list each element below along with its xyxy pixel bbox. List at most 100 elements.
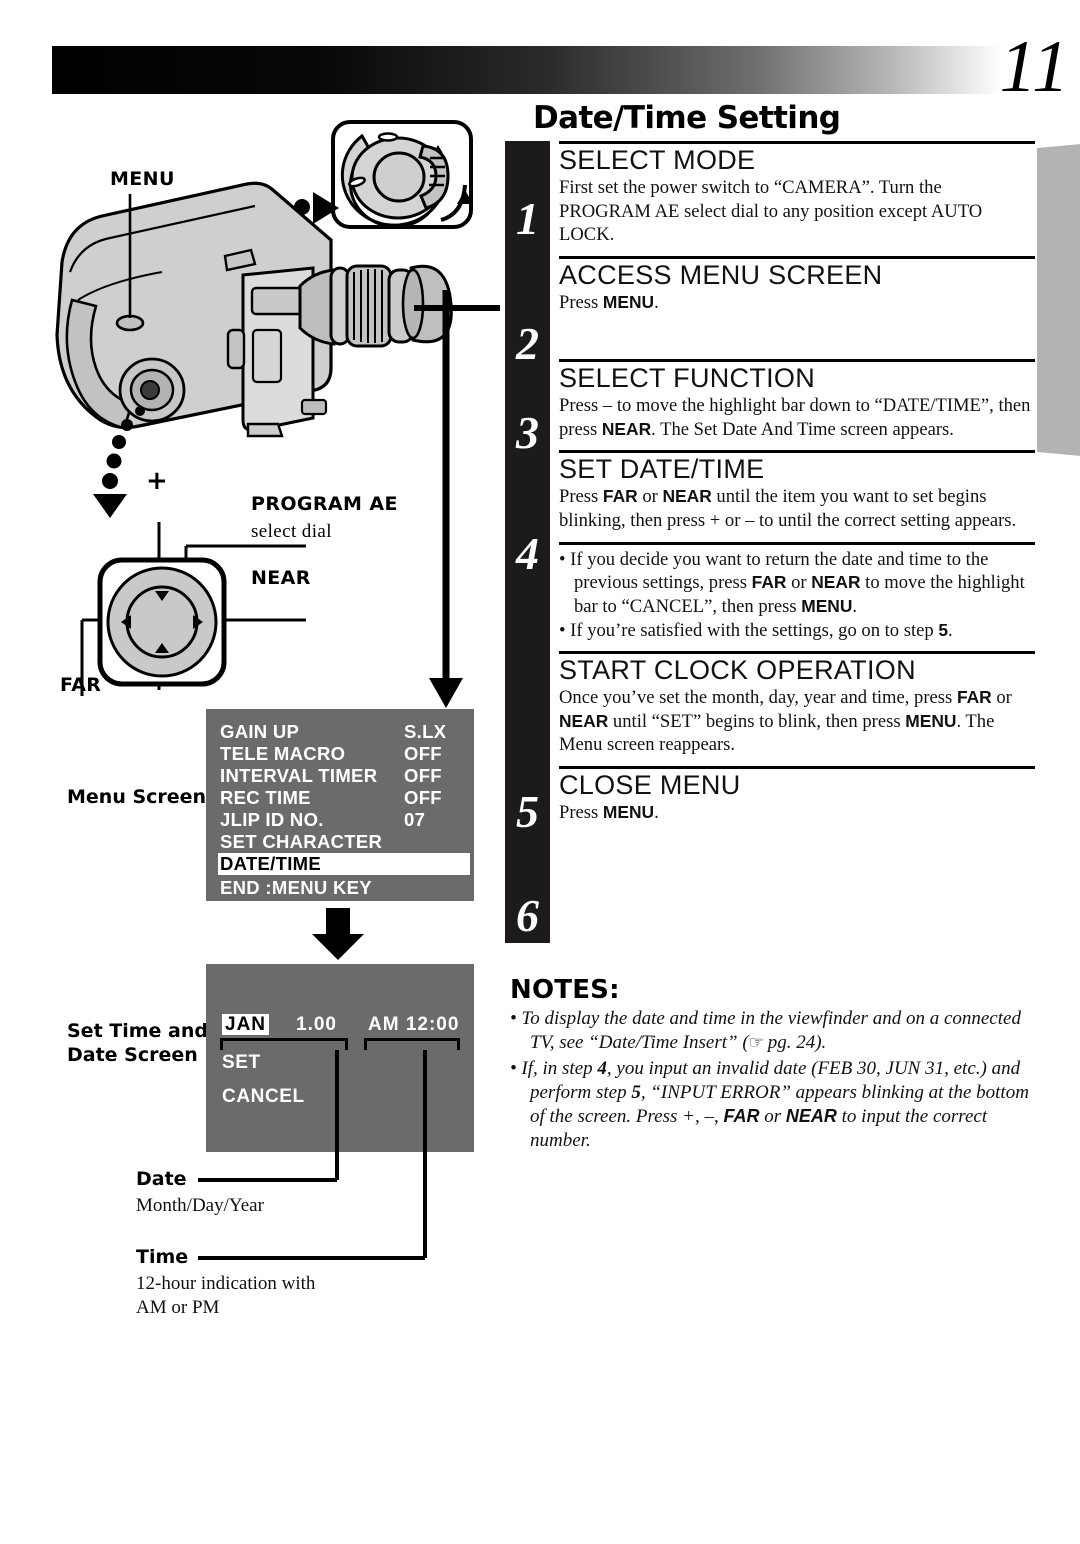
bullet-1-mid: or bbox=[786, 572, 812, 594]
step-3-body-bold: NEAR bbox=[601, 418, 652, 439]
menu-row-interval-timer[interactable]: INTERVAL TIMER OFF bbox=[220, 765, 464, 787]
note-date-time-insert: • To display the date and time in the vi… bbox=[510, 1008, 1021, 1053]
step-2-title: ACCESS MENU SCREEN bbox=[559, 259, 883, 290]
menu-row-value: 07 bbox=[404, 809, 426, 830]
page-title: Date/Time Setting bbox=[533, 100, 841, 136]
step-4: SET DATE/TIME Press FAR or NEAR until th… bbox=[550, 450, 1035, 541]
date-month-field[interactable]: JAN bbox=[222, 1014, 270, 1036]
note-1-post: pg. 24). bbox=[762, 1031, 827, 1053]
step-2-body-pre: Press bbox=[559, 292, 603, 314]
plus-label: + bbox=[146, 466, 169, 496]
bullet-2-pre: • If you’re satisfied with the settings,… bbox=[559, 620, 939, 642]
step-1-body: First set the power switch to “CAMERA”. … bbox=[559, 177, 983, 246]
step-5-bold-far: FAR bbox=[956, 687, 992, 708]
far-label: FAR bbox=[60, 674, 102, 696]
note-2-bold-step5: 5 bbox=[631, 1081, 641, 1103]
step-5-body: Once you’ve set the month, day, year and… bbox=[559, 686, 1035, 766]
date-bracket-span bbox=[220, 1038, 348, 1041]
time-caption-label: Time bbox=[136, 1246, 189, 1268]
menu-row-key: GAIN UP bbox=[220, 721, 300, 742]
step-1-title: SELECT MODE bbox=[559, 145, 756, 175]
step-5-bold-menu: MENU bbox=[905, 710, 957, 731]
step-2-body: Press MENU. bbox=[559, 291, 1035, 359]
menu-row-gain-up[interactable]: GAIN UP S.LX bbox=[220, 721, 464, 743]
bullet-2-bold: 5 bbox=[938, 620, 949, 641]
step-4-title: SET DATE/TIME bbox=[559, 454, 765, 485]
step-4-body-mid: or bbox=[637, 486, 663, 508]
step-6-body-post: . bbox=[654, 802, 659, 824]
menu-row-set-character[interactable]: SET CHARACTER bbox=[220, 831, 464, 853]
menu-row-value: OFF bbox=[404, 765, 442, 786]
step-number-6: 6 bbox=[516, 890, 539, 941]
bullets-divider bbox=[559, 541, 1035, 545]
date-day-year-field[interactable]: 1.00 bbox=[296, 1014, 337, 1036]
bullet-1-bold-near: NEAR bbox=[811, 572, 861, 593]
note-2-bold-step4: 4 bbox=[597, 1057, 607, 1079]
bullet-1-bold-menu: MENU bbox=[801, 595, 853, 616]
step-6-body: Press MENU. bbox=[559, 801, 1035, 834]
screen-transition-arrow bbox=[312, 908, 364, 960]
steps-column: SELECT MODE First set the power switch t… bbox=[505, 141, 1035, 834]
menu-row-key: DATE/TIME bbox=[220, 853, 322, 874]
illustration-panel: MENU + – FAR NEAR PROGRAM AE select dial… bbox=[0, 0, 500, 1544]
step-5-body-mid2: until “SET” begins to blink, then press bbox=[608, 710, 906, 732]
bullet-satisfied: • If you’re satisfied with the settings,… bbox=[559, 619, 1035, 650]
step-5-body-mid: or bbox=[991, 687, 1012, 709]
near-label: NEAR bbox=[251, 567, 311, 589]
step-6-body-bold: MENU bbox=[602, 802, 655, 823]
page-number: 11 bbox=[999, 26, 1070, 108]
time-caption-desc-line1: 12-hour indication with bbox=[136, 1273, 316, 1294]
menu-row-tele-macro[interactable]: TELE MACRO OFF bbox=[220, 743, 464, 765]
minus-label: – bbox=[146, 668, 160, 698]
step-5-bold-near: NEAR bbox=[559, 710, 609, 731]
date-month-value: JAN bbox=[222, 1014, 270, 1035]
menu-row-key: REC TIME bbox=[220, 787, 311, 808]
bullet-1-bold-far: FAR bbox=[751, 572, 787, 593]
menu-row-date-time-highlighted[interactable]: DATE/TIME bbox=[218, 853, 470, 875]
bullet-cancel: • If you decide you want to return the d… bbox=[559, 548, 1035, 619]
note-2-mid3: or bbox=[759, 1105, 786, 1127]
step-4-body-pre: Press bbox=[559, 486, 603, 508]
menu-row-value: OFF bbox=[404, 743, 442, 764]
right-edge-tab bbox=[1037, 144, 1080, 456]
date-bracket-right bbox=[345, 1038, 348, 1050]
note-2-bold-far: FAR bbox=[723, 1105, 760, 1126]
step-3-body-post: . The Set Date And Time screen appears. bbox=[651, 418, 954, 440]
step-2-body-post: . bbox=[654, 292, 659, 314]
menu-row-jlip-id-no[interactable]: JLIP ID NO. 07 bbox=[220, 809, 464, 831]
time-field[interactable]: AM 12:00 bbox=[368, 1014, 459, 1036]
step-divider bbox=[559, 141, 1035, 144]
step-5-title: START CLOCK OPERATION bbox=[559, 654, 916, 685]
menu-row-value: S.LX bbox=[404, 721, 447, 742]
step-divider bbox=[559, 765, 1035, 769]
step-divider bbox=[559, 255, 1035, 259]
date-caption-desc: Month/Day/Year bbox=[136, 1195, 264, 1216]
notes-section: NOTES: • To display the date and time in… bbox=[510, 975, 1040, 1155]
step-5-body-pre: Once you’ve set the month, day, year and… bbox=[559, 687, 957, 709]
step-divider bbox=[559, 450, 1035, 454]
osd-menu-screen: GAIN UP S.LX TELE MACRO OFF INTERVAL TIM… bbox=[206, 709, 474, 901]
step-5: START CLOCK OPERATION Once you’ve set th… bbox=[550, 650, 1035, 766]
step-3: SELECT FUNCTION Press – to move the high… bbox=[550, 358, 1035, 450]
step-1: SELECT MODE First set the power switch t… bbox=[550, 141, 1035, 256]
time-caption-desc-line2: AM or PM bbox=[136, 1297, 220, 1318]
note-input-error: • If, in step 4, you input an invalid da… bbox=[510, 1057, 1029, 1151]
menu-row-rec-time[interactable]: REC TIME OFF bbox=[220, 787, 464, 809]
menu-footer-hint: END :MENU KEY bbox=[220, 877, 372, 898]
notes-heading: NOTES: bbox=[510, 975, 620, 1005]
manual-page: 11 MENU + – FAR NEAR PROGRAM AE select d… bbox=[0, 0, 1080, 1544]
menu-row-key: SET CHARACTER bbox=[220, 831, 383, 852]
step-2: ACCESS MENU SCREEN Press MENU. bbox=[550, 255, 1035, 359]
menu-row-key: TELE MACRO bbox=[220, 743, 346, 764]
time-bracket-right bbox=[457, 1038, 460, 1050]
menu-row-key: INTERVAL TIMER bbox=[220, 765, 378, 786]
step-4-bullets: • If you decide you want to return the d… bbox=[550, 541, 1035, 650]
step-divider bbox=[559, 650, 1035, 654]
time-bracket-span bbox=[364, 1038, 460, 1041]
step-4-body: Press FAR or NEAR until the item you wan… bbox=[559, 485, 1035, 541]
program-ae-label-line1: PROGRAM AE bbox=[251, 493, 398, 515]
note-2-pre: If, in step bbox=[521, 1057, 598, 1079]
bullet-1-post: . bbox=[852, 595, 858, 617]
step-2-body-bold: MENU bbox=[602, 292, 655, 313]
viewfinder-to-menu-arrow bbox=[429, 290, 463, 708]
